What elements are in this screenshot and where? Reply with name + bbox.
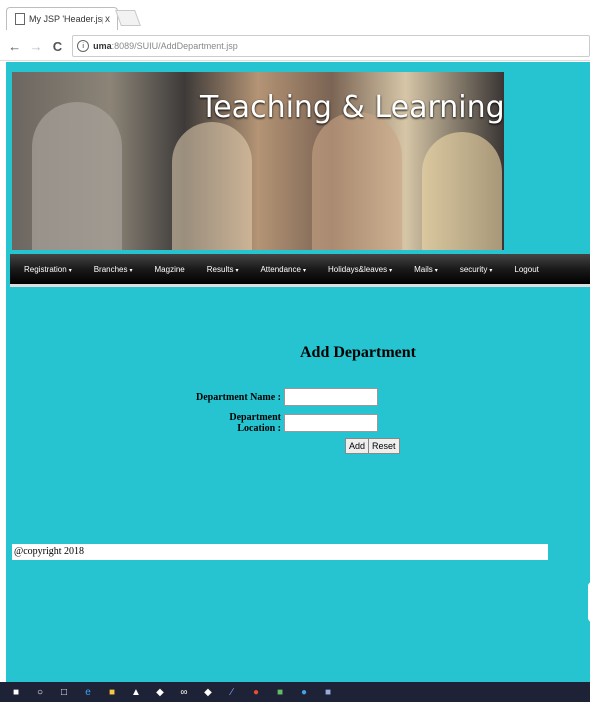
caret-down-icon: ▾ (68, 267, 72, 274)
tab-close-icon[interactable]: x (105, 14, 110, 25)
back-icon[interactable]: ← (8, 39, 21, 54)
form-title: Add Department (300, 344, 416, 361)
app-icon[interactable]: ■ (272, 685, 288, 699)
menu-item-label: Logout (514, 264, 539, 274)
menu-item-label: Magzine (154, 264, 185, 274)
menu-item-label: Mails (414, 264, 433, 274)
task-view-icon[interactable]: □ (56, 685, 72, 699)
page-body: Teaching & Learning Registration ▾ Branche… (6, 62, 590, 682)
banner-person (32, 102, 122, 250)
address-bar: ← → C i uma:8089/SUIU/AddDepartment.jsp (0, 32, 590, 61)
browser-tabbar: My JSP 'Header.jsp' starti x (0, 0, 590, 32)
caret-down-icon: ▾ (434, 267, 438, 274)
file-explorer-icon[interactable]: ■ (104, 685, 120, 699)
menu-item-holidays-leaves[interactable]: Holidays&leaves ▾ (328, 265, 392, 274)
infinity-icon[interactable]: ∞ (176, 685, 192, 699)
url-path: :8089/SUIU/AddDepartment.jsp (111, 41, 238, 51)
footer-copyright: @copyright 2018 (12, 544, 548, 560)
menu-item-label: security (459, 264, 488, 274)
department-location-row: Department Location : (191, 412, 378, 434)
department-location-input[interactable] (284, 414, 378, 432)
add-button[interactable]: Add (345, 438, 370, 454)
department-name-label: Department Name : (196, 391, 281, 403)
url-host: uma (93, 41, 112, 51)
menu-item-label: Attendance (260, 264, 301, 274)
menu-item-magzine[interactable]: Magzine (155, 265, 185, 274)
windows-start-icon[interactable]: ■ (8, 685, 24, 699)
menu-item-label: Holidays&leaves (327, 264, 388, 274)
document-icon (15, 13, 25, 25)
menu-item-label: Registration (24, 264, 67, 274)
url-field[interactable]: i uma:8089/SUIU/AddDepartment.jsp (72, 35, 590, 57)
os-taskbar: ■ ○ □ e ■ ▲ ◆ ∞ ◆ ∕ ● ■ ● ■ (0, 682, 590, 702)
banner-title: Teaching & Learning (200, 90, 504, 125)
new-tab-button[interactable] (115, 10, 141, 26)
menu-item-results[interactable]: Results ▾ (207, 265, 239, 274)
header-banner-image: Teaching & Learning (12, 72, 504, 250)
menu-item-attendance[interactable]: Attendance ▾ (260, 265, 306, 274)
caret-down-icon: ▾ (235, 267, 239, 274)
department-name-row: Department Name : (191, 388, 378, 406)
reset-button[interactable]: Reset (368, 438, 400, 454)
banner-person (312, 112, 402, 250)
info-icon[interactable]: i (77, 40, 90, 52)
main-menu: Registration ▾ Branches ▾ Magzine Results ▾ Att… (10, 254, 590, 287)
tab-title: My JSP 'Header.jsp' starti (29, 14, 103, 24)
caret-down-icon: ▾ (129, 267, 133, 274)
menu-item-label: Branches (93, 264, 128, 274)
store-icon[interactable]: ▲ (128, 685, 144, 699)
mail-icon[interactable]: ◆ (200, 685, 216, 699)
notepad-icon[interactable]: ■ (320, 685, 336, 699)
teamviewer-icon[interactable]: ● (296, 685, 312, 699)
dropbox-icon[interactable]: ◆ (152, 685, 168, 699)
menu-item-security[interactable]: security ▾ (460, 265, 493, 274)
edge-browser-icon[interactable]: e (80, 685, 96, 699)
department-name-input[interactable] (284, 388, 378, 406)
caret-down-icon: ▾ (389, 267, 393, 274)
banner-person (172, 122, 252, 250)
eclipse-icon[interactable]: ∕ (224, 685, 240, 699)
menu-item-mails[interactable]: Mails ▾ (414, 265, 438, 274)
menu-item-registration[interactable]: Registration ▾ (24, 265, 72, 274)
browser-tab[interactable]: My JSP 'Header.jsp' starti x (6, 7, 118, 30)
banner-person (422, 132, 502, 250)
search-icon[interactable]: ○ (32, 685, 48, 699)
reload-icon[interactable]: C (51, 39, 64, 54)
caret-down-icon: ▾ (489, 267, 493, 274)
department-location-label: Department Location : (229, 412, 281, 434)
caret-down-icon: ▾ (302, 267, 306, 274)
menu-item-label: Results (206, 264, 234, 274)
chrome-icon[interactable]: ● (248, 685, 264, 699)
menu-item-logout[interactable]: Logout (514, 265, 538, 274)
menu-item-branches[interactable]: Branches ▾ (94, 265, 133, 274)
forward-icon[interactable]: → (29, 39, 43, 54)
